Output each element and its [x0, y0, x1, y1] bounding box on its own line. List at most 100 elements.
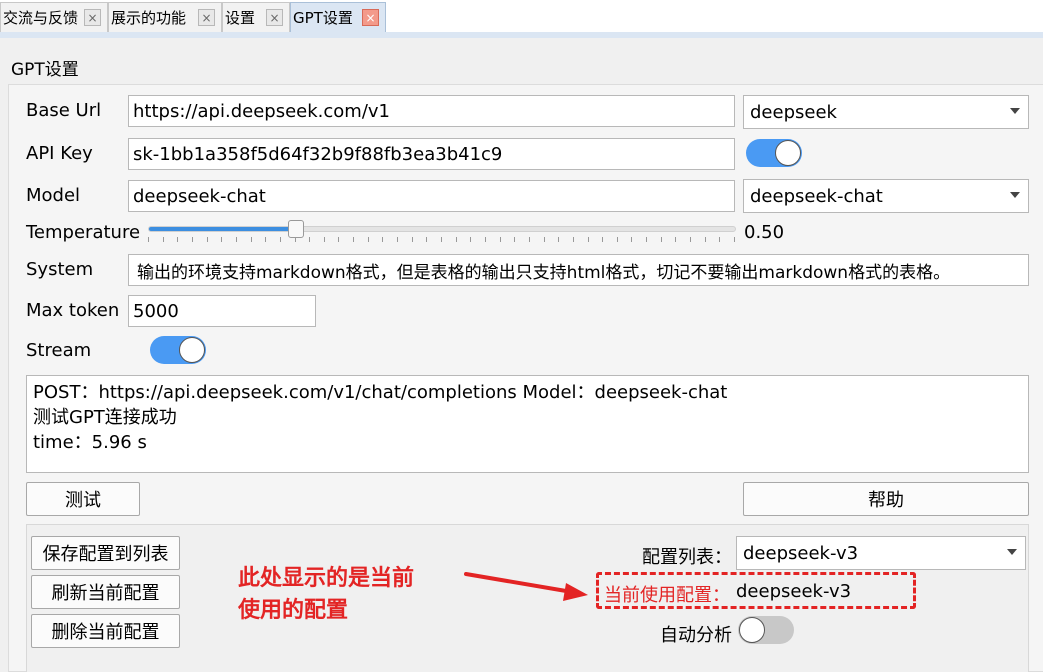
slider-tick	[631, 237, 633, 242]
tab-gpt-settings[interactable]: GPT设置 ×	[290, 2, 386, 32]
slider-tick	[148, 237, 149, 242]
slider-tick	[323, 237, 325, 242]
tab-label: 展示的功能	[111, 9, 187, 27]
test-button[interactable]: 测试	[26, 482, 140, 516]
slider-tick	[221, 237, 223, 242]
output-line: 测试GPT连接成功	[33, 407, 177, 428]
tab-settings[interactable]: 设置 ×	[222, 2, 290, 32]
stream-toggle[interactable]	[150, 336, 206, 364]
slider-tick	[338, 237, 340, 242]
annotation-line: 使用的配置	[238, 598, 349, 623]
stream-label: Stream	[26, 340, 92, 361]
annotation-text: 此处显示的是当前 使用的配置	[238, 563, 414, 627]
tab-label: 设置	[225, 9, 256, 27]
annotation-line: 此处显示的是当前	[238, 566, 415, 591]
max-token-input[interactable]: 5000	[128, 295, 316, 327]
save-config-button[interactable]: 保存配置到列表	[31, 536, 180, 570]
slider-tick	[441, 237, 442, 242]
config-list-select[interactable]: deepseek-v3	[736, 536, 1026, 570]
slider-tick	[426, 237, 428, 242]
slider-tick	[235, 237, 237, 242]
help-button[interactable]: 帮助	[743, 482, 1029, 516]
slider-tick	[353, 237, 355, 242]
toggle-knob	[179, 337, 205, 363]
tab-feedback[interactable]: 交流与反馈 ×	[0, 2, 108, 32]
slider-tick	[602, 237, 604, 242]
slider-tick	[646, 237, 648, 242]
slider-tick	[470, 237, 472, 242]
system-prompt-input[interactable]: 输出的环境支持markdown格式，但是表格的输出只支持html格式，切记不要输…	[128, 254, 1029, 286]
slider-tick	[719, 237, 721, 242]
slider-tick	[616, 237, 618, 242]
auto-analysis-toggle[interactable]	[738, 616, 794, 644]
output-line: time：5.96 s	[33, 432, 147, 453]
config-list-label: 配置列表：	[642, 547, 732, 568]
toggle-knob	[775, 140, 801, 166]
provider-select[interactable]: deepseek	[743, 95, 1029, 129]
slider-tick	[484, 237, 486, 242]
temperature-label: Temperature	[26, 222, 141, 243]
api-key-visibility-toggle[interactable]	[746, 139, 802, 167]
model-select-value: deepseek-chat	[750, 185, 883, 207]
auto-analysis-label: 自动分析	[660, 625, 732, 646]
slider-tick	[162, 237, 164, 242]
base-url-input[interactable]: https://api.deepseek.com/v1	[128, 95, 735, 127]
max-token-label: Max token	[26, 300, 120, 321]
temperature-value: 0.50	[744, 222, 785, 243]
slider-tick	[279, 237, 281, 242]
slider-tick	[382, 237, 384, 242]
refresh-config-button[interactable]: 刷新当前配置	[31, 575, 180, 609]
config-list-value: deepseek-v3	[743, 542, 859, 564]
slider-tick	[690, 237, 692, 242]
slider-tick	[206, 237, 208, 242]
close-icon[interactable]: ×	[84, 9, 101, 26]
slider-thumb[interactable]	[287, 220, 304, 238]
slider-tick	[543, 237, 545, 242]
delete-config-button[interactable]: 删除当前配置	[31, 614, 180, 648]
provider-select-value: deepseek	[750, 101, 837, 123]
base-url-label: Base Url	[26, 100, 102, 121]
slider-tick	[499, 237, 501, 242]
tab-bar-underline	[0, 32, 1043, 38]
slider-tick	[177, 237, 179, 242]
tab-features[interactable]: 展示的功能 ×	[108, 2, 222, 32]
temperature-slider[interactable]	[148, 220, 736, 238]
toggle-knob	[739, 617, 765, 643]
api-key-label: API Key	[26, 143, 93, 164]
slider-tick	[411, 237, 413, 242]
close-icon[interactable]: ×	[198, 9, 215, 26]
chevron-down-icon	[1010, 108, 1020, 114]
slider-tick	[367, 237, 369, 242]
model-select[interactable]: deepseek-chat	[743, 179, 1029, 213]
slider-tick	[294, 237, 296, 242]
slider-tick	[397, 237, 399, 242]
slider-tick	[704, 237, 706, 242]
close-icon[interactable]: ×	[362, 9, 379, 26]
slider-tick	[514, 237, 516, 242]
tab-label: GPT设置	[293, 9, 353, 27]
slider-tick	[572, 237, 574, 242]
output-line: POST：https://api.deepseek.com/v1/chat/co…	[33, 382, 728, 403]
chevron-down-icon	[1010, 192, 1020, 198]
tab-label: 交流与反馈	[3, 9, 79, 27]
close-icon[interactable]: ×	[266, 9, 283, 26]
slider-tick	[528, 237, 530, 242]
slider-tick	[558, 237, 560, 242]
chevron-down-icon	[1007, 549, 1017, 555]
slider-tick	[660, 237, 662, 242]
slider-tick	[455, 237, 457, 242]
annotation-highlight-box	[596, 572, 916, 609]
system-label: System	[26, 259, 94, 280]
model-label: Model	[26, 185, 81, 206]
slider-ticks	[148, 237, 736, 242]
slider-tick	[265, 237, 267, 242]
slider-tick	[250, 237, 252, 242]
test-output-log[interactable]: POST：https://api.deepseek.com/v1/chat/co…	[26, 375, 1029, 473]
model-input[interactable]: deepseek-chat	[128, 180, 735, 212]
slider-tick	[734, 237, 735, 242]
arrow-right-icon	[464, 572, 588, 601]
slider-tick	[191, 237, 193, 242]
api-key-input[interactable]: sk-1bb1a358f5d64f32b9f88fb3ea3b41c9	[128, 138, 735, 170]
slider-tick	[309, 237, 311, 242]
slider-tick	[587, 237, 589, 242]
